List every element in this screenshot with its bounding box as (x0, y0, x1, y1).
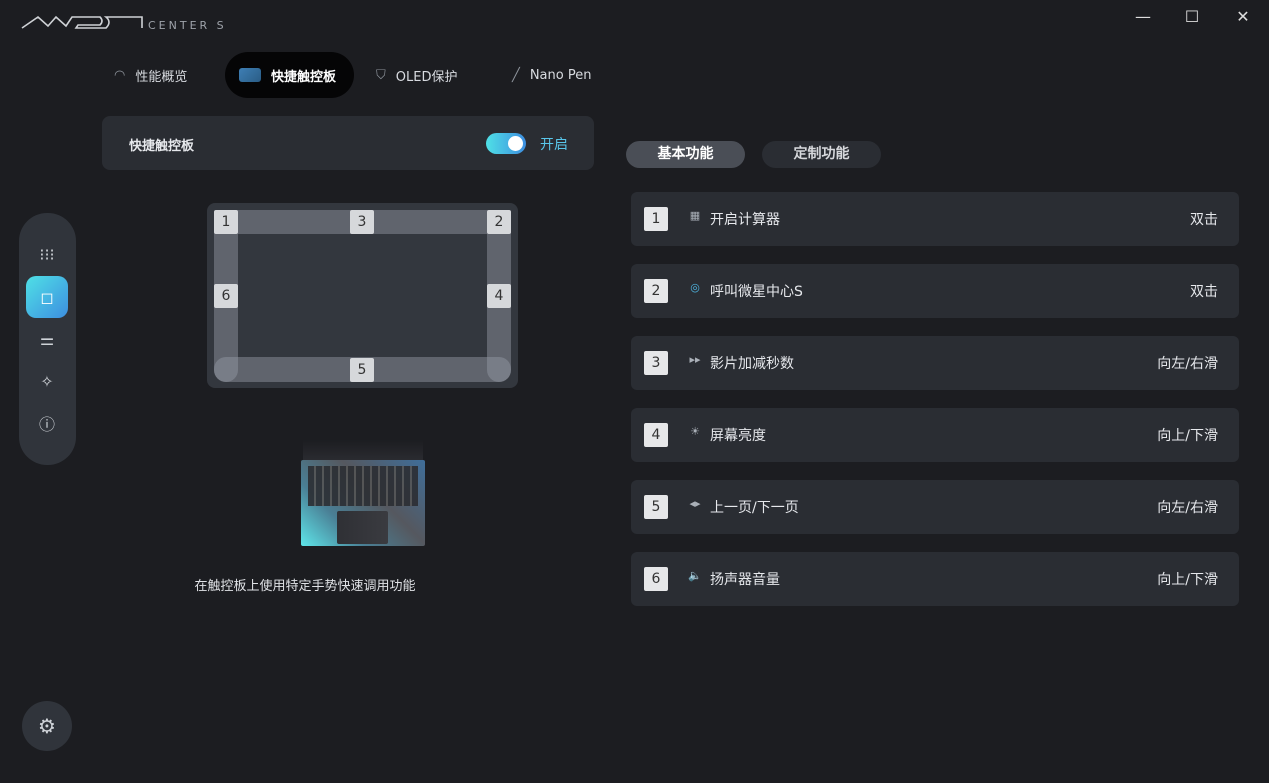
toggle-state-text: 开启 (540, 137, 568, 153)
sidebar-item-ai[interactable]: ✧ (26, 360, 68, 402)
minimize-button[interactable]: — (1131, 6, 1155, 28)
tab-quick-touchpad[interactable]: 快捷触控板 (225, 52, 354, 98)
zone-number-3: 3 (350, 210, 374, 234)
function-name: 上一页/下一页 (710, 500, 799, 516)
tab-performance-overview[interactable]: ◠ 性能概览 (100, 52, 201, 98)
function-name: 影片加减秒数 (710, 356, 794, 372)
function-row[interactable]: 1 ▦ 开启计算器 双击 (631, 192, 1239, 246)
zone-number-1: 1 (214, 210, 238, 234)
tab-label: 快捷触控板 (271, 69, 337, 85)
tab-label: Nano Pen (529, 67, 592, 83)
card-label: 快捷触控板 (129, 139, 195, 154)
function-row[interactable]: 4 ☀ 屏幕亮度 向上/下滑 (631, 408, 1239, 462)
speedometer-icon: ◠ (114, 67, 126, 83)
zone-number-4: 4 (487, 284, 511, 308)
grid-dots-icon: ⁝⁝⁝ (39, 244, 55, 264)
svg-text:CENTER S: CENTER S (148, 19, 227, 32)
fast-forward-icon: ▸▸ (689, 353, 701, 366)
touchpad-diagram: 1 2 3 4 5 6 (207, 203, 518, 388)
function-gesture: 向左/右滑 (1157, 500, 1218, 516)
msi-center-logo: CENTER S (21, 15, 227, 32)
sliders-icon: ⚌ (39, 329, 55, 349)
function-number: 4 (644, 423, 668, 447)
function-number: 3 (644, 351, 668, 375)
tab-oled-protection[interactable]: ⛉ OLED保护 (362, 52, 471, 98)
function-gesture: 向左/右滑 (1157, 356, 1218, 372)
touchpad-caption: 在触控板上使用特定手势快速调用功能 (194, 579, 416, 594)
maximize-button[interactable]: ☐ (1180, 6, 1204, 28)
function-number: 6 (644, 567, 668, 591)
function-row[interactable]: 3 ▸▸ 影片加减秒数 向左/右滑 (631, 336, 1239, 390)
sidebar: ⁝⁝⁝ ◻ ⚌ ✧ ⓘ (19, 213, 76, 465)
function-row[interactable]: 5 ◂▸ 上一页/下一页 向左/右滑 (631, 480, 1239, 534)
tab-label: OLED保护 (395, 69, 458, 85)
brightness-icon: ☀ (690, 425, 700, 438)
zone-number-6: 6 (214, 284, 238, 308)
sidebar-item-features[interactable]: ◻ (26, 276, 68, 318)
function-row[interactable]: 2 ◎ 呼叫微星中心S 双击 (631, 264, 1239, 318)
function-name: 呼叫微星中心S (710, 284, 803, 300)
function-name: 开启计算器 (710, 212, 780, 228)
calculator-icon: ▦ (689, 209, 701, 222)
sidebar-item-apps[interactable]: ⁝⁝⁝ (26, 233, 68, 275)
page-nav-icon: ◂▸ (689, 497, 701, 510)
zone-number-2: 2 (487, 210, 511, 234)
function-number: 1 (644, 207, 668, 231)
msi-center-icon: ◎ (690, 281, 700, 294)
function-name: 扬声器音量 (710, 572, 780, 588)
close-button[interactable]: ✕ (1231, 6, 1255, 28)
function-number: 5 (644, 495, 668, 519)
function-name: 屏幕亮度 (710, 428, 766, 444)
function-number: 2 (644, 279, 668, 303)
function-gesture: 双击 (1190, 284, 1218, 300)
zone-number-5: 5 (350, 358, 374, 382)
function-gesture: 双击 (1190, 212, 1218, 228)
alert-icon: ⓘ (38, 415, 55, 434)
shield-check-icon: ⛉ (376, 67, 386, 83)
function-gesture: 向上/下滑 (1157, 428, 1218, 444)
function-gesture: 向上/下滑 (1157, 572, 1218, 588)
segment-custom-functions[interactable]: 定制功能 (762, 141, 881, 168)
tab-label: 性能概览 (135, 69, 188, 85)
feature-square-icon: ◻ (40, 287, 54, 307)
quick-touchpad-card: 快捷触控板 开启 (102, 116, 594, 170)
function-row[interactable]: 6 🔈 扬声器音量 向上/下滑 (631, 552, 1239, 606)
gear-icon: ⚙ (38, 714, 56, 738)
tab-nano-pen[interactable]: ╱ Nano Pen (498, 52, 605, 98)
segment-basic-functions[interactable]: 基本功能 (626, 141, 745, 168)
laptop-illustration (301, 440, 425, 546)
sidebar-item-tuning[interactable]: ⚌ (26, 318, 68, 360)
pen-icon: ╱ (512, 67, 520, 83)
touchpad-hand-icon (239, 68, 261, 82)
sidebar-item-support[interactable]: ⓘ (26, 402, 68, 444)
speaker-icon: 🔈 (688, 569, 702, 582)
quick-touchpad-toggle[interactable] (486, 133, 526, 154)
settings-button[interactable]: ⚙ (22, 701, 72, 751)
sparkle-icon: ✧ (40, 371, 54, 391)
